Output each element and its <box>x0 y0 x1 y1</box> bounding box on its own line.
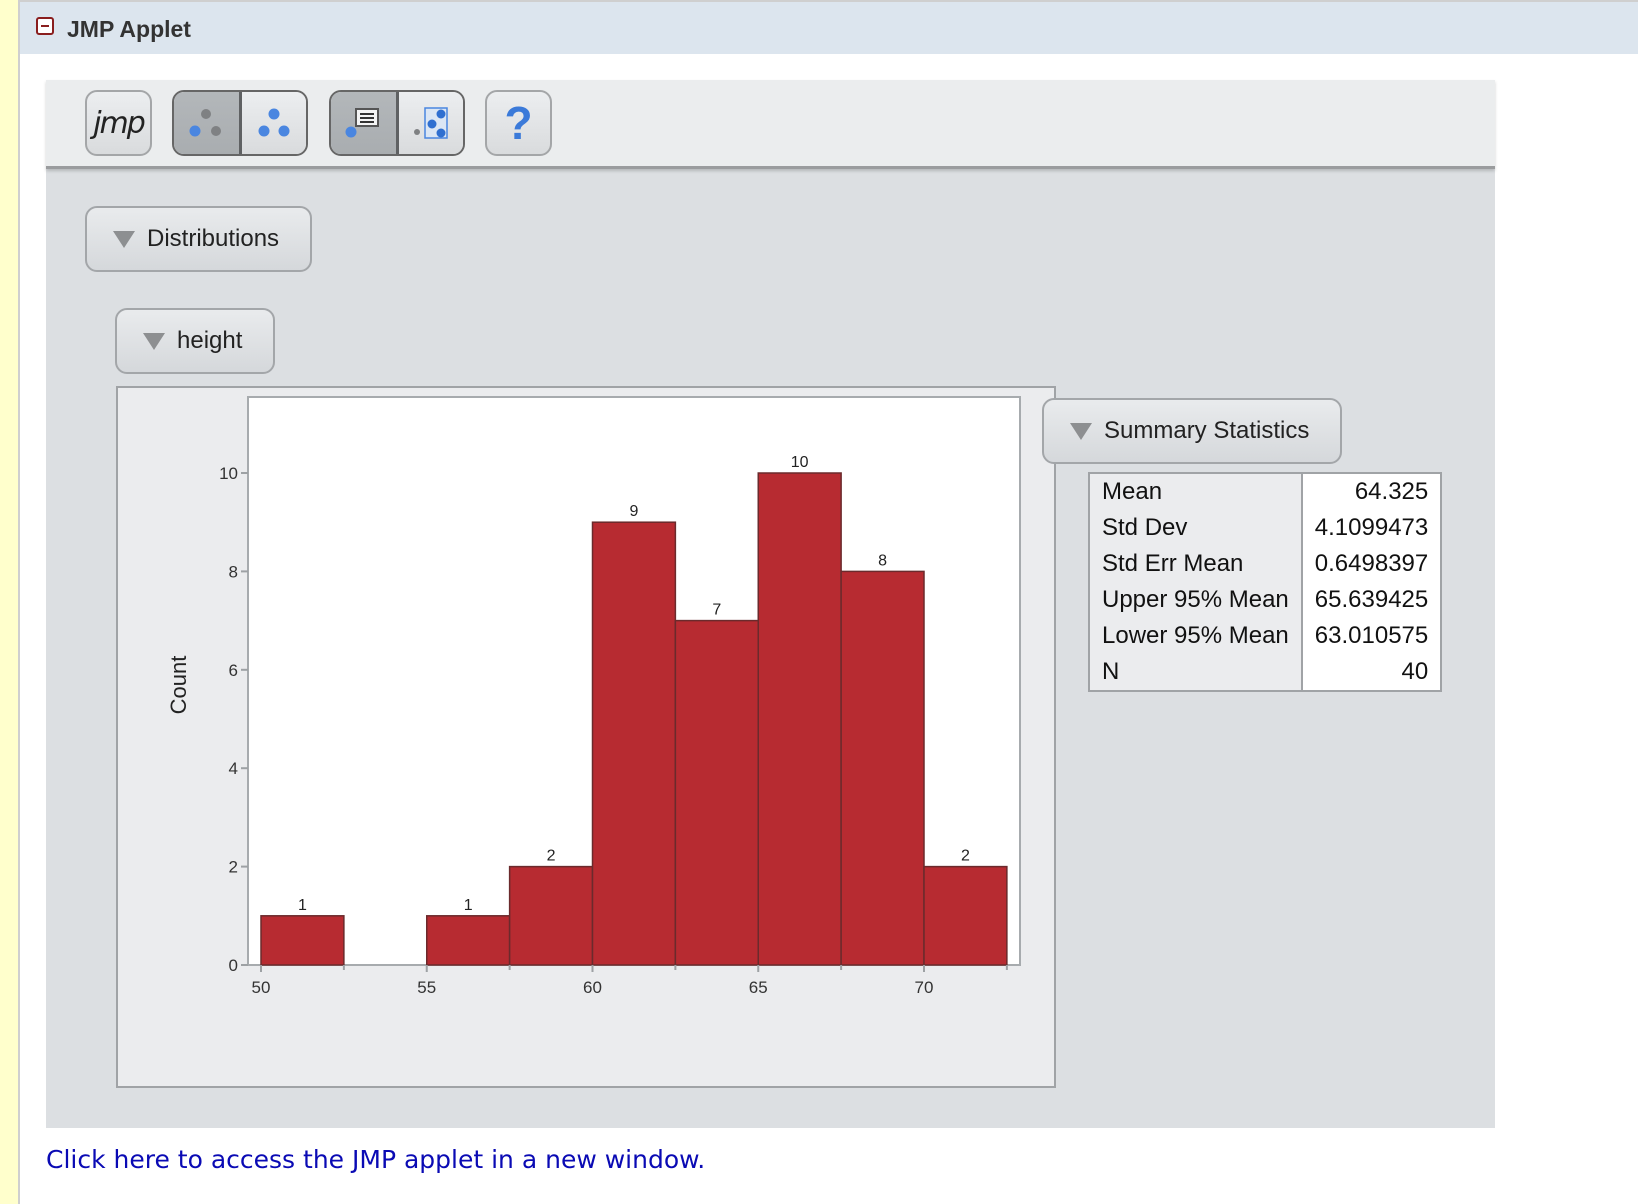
bar-count-label: 10 <box>791 454 809 471</box>
y-tick-label: 6 <box>229 661 238 680</box>
gray-points-button[interactable] <box>174 92 242 154</box>
point-select-button[interactable] <box>398 92 463 154</box>
stats-row: N 40 <box>1089 654 1442 691</box>
stats-row: Upper 95% Mean 65.639425 <box>1089 582 1442 618</box>
y-tick-label: 8 <box>229 562 238 581</box>
x-tick-label: 50 <box>252 978 271 997</box>
bar-count-label: 9 <box>629 503 638 520</box>
x-tick-label: 55 <box>417 978 436 997</box>
distributions-outline-toggle[interactable]: Distributions <box>85 206 312 272</box>
height-outline-toggle[interactable]: height <box>115 308 275 374</box>
summary-statistics-label: Summary Statistics <box>1104 417 1310 444</box>
applet-header: JMP Applet <box>20 2 1638 54</box>
x-tick-label: 60 <box>583 978 602 997</box>
open-applet-new-window-link[interactable]: Click here to access the JMP applet in a… <box>46 1145 705 1174</box>
stat-value: 40 <box>1301 654 1442 691</box>
stat-label: N <box>1089 654 1303 691</box>
stat-label: Std Dev <box>1089 510 1303 546</box>
scatter-gray-points-icon <box>189 109 222 137</box>
blue-points-button[interactable] <box>241 92 306 154</box>
point-style-toggle <box>172 90 308 156</box>
bar-count-label: 8 <box>878 552 887 569</box>
jmp-logo-button[interactable]: jmp <box>85 90 152 156</box>
histogram-bar[interactable] <box>426 915 511 966</box>
stat-label: Mean <box>1089 473 1303 510</box>
disclosure-triangle-icon <box>113 230 135 248</box>
stat-value: 64.325 <box>1301 473 1442 510</box>
scatter-blue-points-icon <box>258 108 290 137</box>
help-button[interactable]: ? <box>485 90 552 156</box>
stat-value: 4.1099473 <box>1301 510 1442 546</box>
point-mode-toggle <box>329 90 465 156</box>
histogram-frame: 1 1 2 9 7 10 8 2 50 55 60 65 70 0 2 4 6 8 10 Count <box>116 386 1056 1088</box>
stat-value: 0.6498397 <box>1301 546 1442 582</box>
x-tick-label: 70 <box>915 978 934 997</box>
stats-row: Lower 95% Mean 63.010575 <box>1089 618 1442 654</box>
variable-label: height <box>177 327 243 354</box>
y-tick-label: 2 <box>229 858 238 877</box>
y-tick-label: 4 <box>229 759 238 778</box>
histogram-bar[interactable] <box>674 619 759 966</box>
point-label-button[interactable] <box>331 92 399 154</box>
point-label-icon <box>345 108 380 138</box>
stat-value: 63.010575 <box>1301 618 1442 654</box>
disclosure-triangle-icon <box>1070 422 1092 440</box>
jmp-applet-panel: jmp ? Distributions height 1 1 2 9 7 10 … <box>46 80 1495 1128</box>
jmp-logo-icon: jmp <box>93 105 146 141</box>
bar-count-label: 1 <box>464 897 473 914</box>
histogram-bar[interactable] <box>757 472 842 966</box>
histogram-bar[interactable] <box>591 521 677 966</box>
stat-label: Upper 95% Mean <box>1089 582 1303 618</box>
histogram-bar[interactable] <box>508 865 594 966</box>
histogram-bar[interactable] <box>260 915 345 966</box>
point-select-box-icon <box>413 107 448 139</box>
toolbar: jmp ? <box>46 80 1495 169</box>
y-axis-title: Count <box>166 656 191 715</box>
minus-box-icon[interactable] <box>36 17 54 35</box>
stat-label: Std Err Mean <box>1089 546 1303 582</box>
summary-statistics-outline-toggle[interactable]: Summary Statistics <box>1042 398 1342 464</box>
bar-count-label: 2 <box>547 848 556 865</box>
bar-count-label: 2 <box>961 848 970 865</box>
distributions-label: Distributions <box>147 225 280 252</box>
disclosure-triangle-icon <box>143 332 165 350</box>
y-tick-label: 0 <box>229 956 238 975</box>
y-tick-label: 10 <box>219 464 238 483</box>
bar-count-label: 7 <box>712 602 721 619</box>
histogram-bar[interactable] <box>923 865 1008 966</box>
histogram-chart: 1 1 2 9 7 10 8 2 50 55 60 65 70 0 2 4 6 8 10 Count <box>166 396 1021 997</box>
stats-row: Std Dev 4.1099473 <box>1089 510 1442 546</box>
help-icon: ? <box>504 97 533 149</box>
applet-title: JMP Applet <box>67 16 191 42</box>
stat-value: 65.639425 <box>1301 582 1442 618</box>
stat-label: Lower 95% Mean <box>1089 618 1303 654</box>
page-margin-strip <box>0 0 20 1204</box>
stats-row: Std Err Mean 0.6498397 <box>1089 546 1442 582</box>
stats-row: Mean 64.325 <box>1089 473 1442 510</box>
x-tick-label: 65 <box>749 978 768 997</box>
summary-statistics-table: Mean 64.325 Std Dev 4.1099473 Std Err Mean 0.… <box>1088 472 1443 692</box>
bar-count-label: 1 <box>298 897 307 914</box>
histogram-bar[interactable] <box>840 570 925 966</box>
